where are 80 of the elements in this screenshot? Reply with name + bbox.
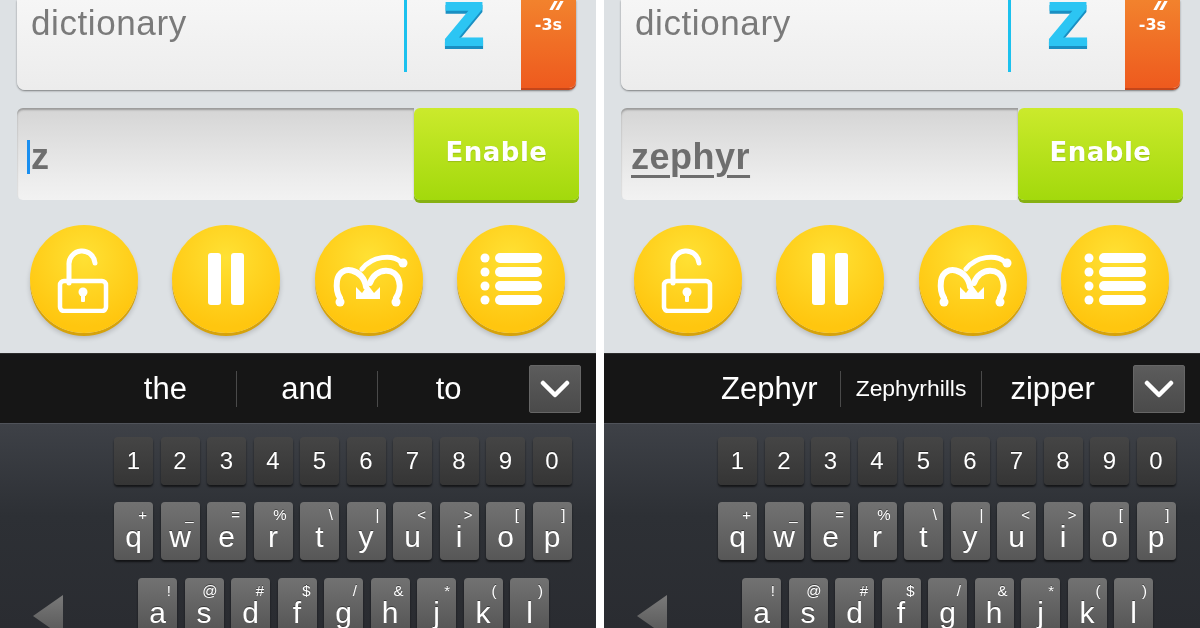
- left-arrow-icon: [33, 595, 63, 628]
- keyboard-key[interactable]: = e: [811, 502, 850, 560]
- keyboard-key[interactable]: = e: [207, 502, 246, 560]
- keyboard-key[interactable]: & h: [974, 578, 1014, 628]
- keyboard-key[interactable]: > i: [439, 502, 479, 560]
- keyboard-key[interactable]: + q: [718, 502, 757, 560]
- keyboard-key[interactable]: 1: [114, 437, 153, 485]
- keyboard-key[interactable]: @ s: [184, 578, 224, 628]
- keyboard-key[interactable]: ( k: [463, 578, 503, 628]
- keyboard-key[interactable]: < u: [393, 502, 432, 560]
- keyboard-key[interactable]: ) l: [1114, 578, 1153, 628]
- clue-text: dictionary: [635, 4, 791, 42]
- chevron-down-icon: [1144, 379, 1174, 398]
- keyboard-key[interactable]: < u: [997, 502, 1036, 560]
- suggestion-item[interactable]: Zephyrhills: [855, 375, 967, 402]
- suggestion-item[interactable]: the: [143, 370, 187, 407]
- keyboard-key[interactable]: # d: [835, 578, 874, 628]
- collapse-keyboard-button[interactable]: [529, 364, 581, 413]
- keyboard-key[interactable]: [ o: [1090, 502, 1129, 560]
- suggestion-item[interactable]: to: [435, 370, 462, 407]
- keyboard-key[interactable]: 6: [950, 437, 990, 485]
- keyboard-key[interactable]: \ t: [904, 502, 943, 560]
- suggestion-item[interactable]: zipper: [1010, 370, 1095, 407]
- answer-field[interactable]: zephyr: [621, 108, 1018, 200]
- keyboard-key[interactable]: # d: [231, 578, 270, 628]
- keyboard-key[interactable]: _ w: [764, 502, 804, 560]
- keyboard-key[interactable]: ) l: [510, 578, 549, 628]
- keyboard-key[interactable]: & h: [370, 578, 410, 628]
- keyboard-key[interactable]: 3: [207, 437, 246, 485]
- keyboard-key[interactable]: 2: [764, 437, 804, 485]
- keyboard-key[interactable]: 3: [811, 437, 850, 485]
- list-icon: [480, 253, 542, 305]
- keyboard-key[interactable]: [ o: [486, 502, 525, 560]
- keyboard-key[interactable]: % r: [253, 502, 293, 560]
- keyboard-key[interactable]: ! a: [138, 578, 177, 628]
- clue-letter: Z: [1046, 0, 1090, 50]
- keyboard-key[interactable]: ! a: [742, 578, 781, 628]
- keyboard-key[interactable]: | y: [346, 502, 386, 560]
- keyboard-key[interactable]: 1: [718, 437, 757, 485]
- keyboard-key[interactable]: 7: [997, 437, 1036, 485]
- left-arrow-icon: [637, 595, 667, 628]
- answer-field[interactable]: z: [17, 108, 414, 200]
- keyboard-key[interactable]: 2: [160, 437, 200, 485]
- keyboard-key[interactable]: 0: [532, 437, 572, 485]
- suggestion-item[interactable]: Zephyr: [721, 370, 818, 407]
- keyboard-key[interactable]: 8: [1043, 437, 1083, 485]
- pause-icon: [206, 253, 247, 305]
- keyboard-key[interactable]: 5: [300, 437, 339, 485]
- pause-icon: [810, 253, 851, 305]
- keyboard-key[interactable]: 4: [253, 437, 293, 485]
- keyboard-key[interactable]: _ w: [160, 502, 200, 560]
- keyboard-key[interactable]: 8: [439, 437, 479, 485]
- keyboard-key[interactable]: 4: [857, 437, 897, 485]
- keyboard-key[interactable]: @ s: [788, 578, 828, 628]
- keyboard-key[interactable]: 9: [1090, 437, 1129, 485]
- keyboard-key[interactable]: 5: [904, 437, 943, 485]
- keyboard-key[interactable]: $ f: [277, 578, 317, 628]
- chevron-down-icon: [540, 379, 570, 398]
- collapse-keyboard-button[interactable]: [1133, 364, 1185, 413]
- list-icon: [1084, 253, 1146, 305]
- clue-letter: Z: [442, 0, 486, 50]
- keyboard-key[interactable]: + q: [114, 502, 153, 560]
- keyboard-key[interactable]: | y: [950, 502, 990, 560]
- penalty-time: -3s: [1138, 16, 1167, 34]
- keyboard-key[interactable]: ] p: [1136, 502, 1176, 560]
- keyboard-key[interactable]: \ t: [300, 502, 339, 560]
- keyboard-key[interactable]: $ f: [881, 578, 921, 628]
- double-stroke-icon: [1151, 1, 1168, 10]
- keyboard-key[interactable]: 0: [1136, 437, 1176, 485]
- keyboard-key[interactable]: ] p: [532, 502, 572, 560]
- keyboard-key[interactable]: ( k: [1067, 578, 1107, 628]
- keyboard-key[interactable]: 9: [486, 437, 525, 485]
- double-stroke-icon: [547, 1, 564, 10]
- keyboard-key[interactable]: > i: [1043, 502, 1083, 560]
- clue-text: dictionary: [31, 4, 187, 42]
- keyboard-key[interactable]: 6: [346, 437, 386, 485]
- suggestion-item[interactable]: and: [281, 370, 333, 407]
- keyboard-key[interactable]: 7: [393, 437, 432, 485]
- penalty-time: -3s: [534, 16, 563, 34]
- keyboard-key[interactable]: % r: [857, 502, 897, 560]
